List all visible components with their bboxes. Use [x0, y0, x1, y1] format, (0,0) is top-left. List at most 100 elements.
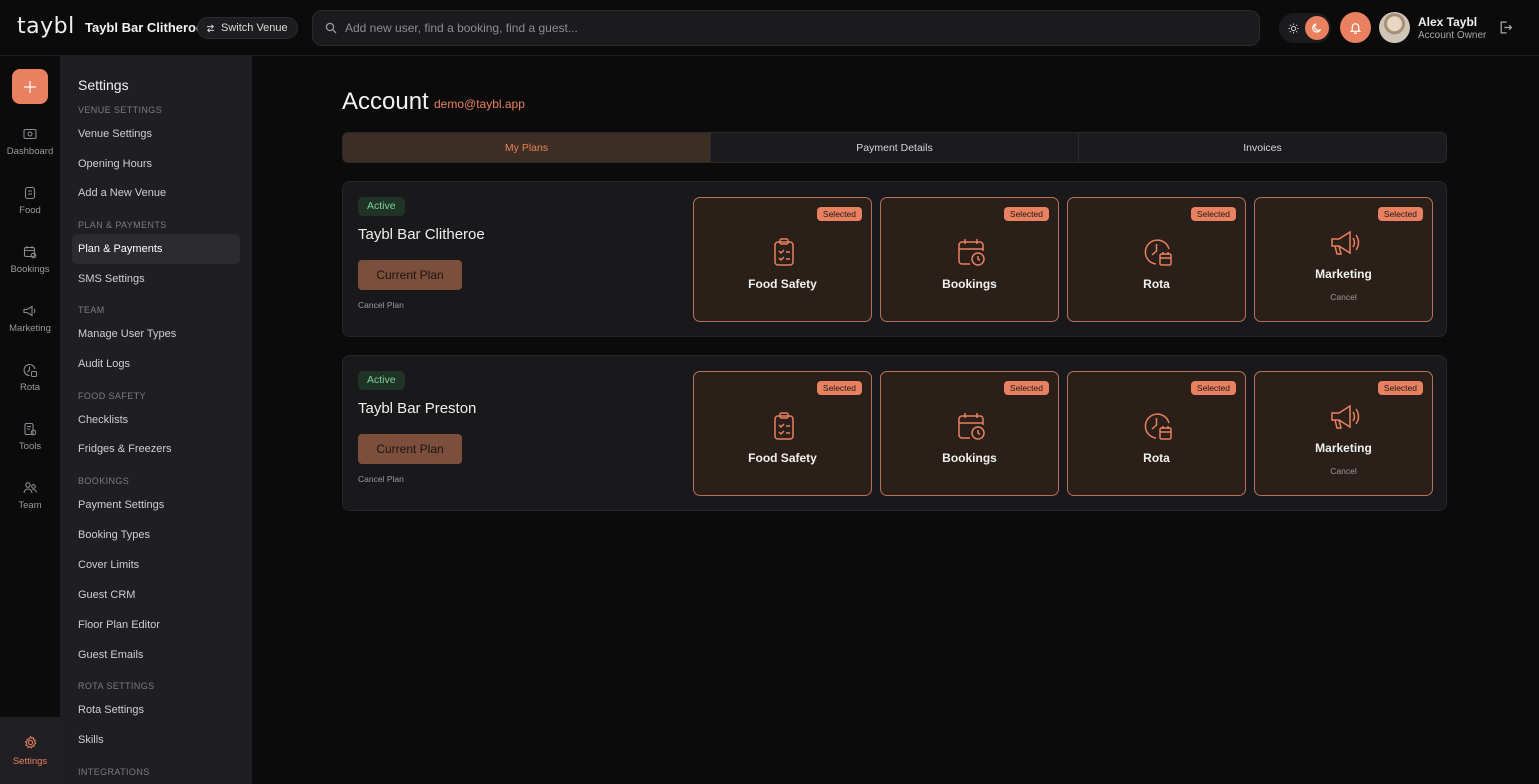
- current-plan-button[interactable]: Current Plan: [358, 260, 462, 290]
- moon-icon[interactable]: [1305, 16, 1329, 40]
- selected-badge: Selected: [1190, 381, 1236, 395]
- taybl-logo[interactable]: taybl: [17, 14, 75, 39]
- feature-card-marketing[interactable]: Selected Marketing Cancel: [1254, 197, 1433, 322]
- feature-card-bookings[interactable]: Selected Bookings: [880, 371, 1059, 496]
- feature-label: Food Safety: [748, 277, 817, 291]
- status-badge: Active: [358, 371, 405, 390]
- theme-toggle[interactable]: [1279, 13, 1331, 43]
- rail-bookings-label: Bookings: [10, 264, 50, 275]
- nav-floor-plan-editor[interactable]: Floor Plan Editor: [72, 610, 240, 640]
- selected-badge: Selected: [816, 207, 862, 221]
- megaphone-icon: [1331, 404, 1360, 429]
- user-name[interactable]: Alex Taybl: [1418, 15, 1477, 29]
- feature-card-rota[interactable]: Selected Rota: [1067, 197, 1246, 322]
- feature-label: Bookings: [942, 277, 997, 291]
- selected-badge: Selected: [816, 381, 862, 395]
- section-venue-settings: VENUE SETTINGS: [78, 105, 163, 115]
- cancel-plan-link[interactable]: Cancel Plan: [358, 474, 404, 484]
- rail-tools[interactable]: Tools: [0, 421, 60, 471]
- switch-venue-label: Switch Venue: [221, 22, 288, 34]
- calendar-clock-icon: [958, 413, 985, 440]
- nav-audit-logs[interactable]: Audit Logs: [72, 349, 240, 379]
- status-badge: Active: [358, 197, 405, 216]
- rail-team[interactable]: Team: [0, 480, 60, 530]
- rail-dashboard-label: Dashboard: [6, 146, 54, 157]
- feature-card-food-safety[interactable]: Selected Food Safety: [693, 371, 872, 496]
- rail-settings[interactable]: Settings: [0, 717, 60, 784]
- rail-rota-label: Rota: [19, 382, 41, 393]
- switch-venue-button[interactable]: Switch Venue: [197, 17, 298, 39]
- nav-booking-types[interactable]: Booking Types: [72, 520, 240, 550]
- account-email: demo@taybl.app: [434, 97, 525, 111]
- nav-opening-hours[interactable]: Opening Hours: [72, 149, 240, 179]
- nav-fridges-freezers[interactable]: Fridges & Freezers: [72, 434, 240, 464]
- nav-guest-emails[interactable]: Guest Emails: [72, 640, 240, 670]
- nav-rota-settings[interactable]: Rota Settings: [72, 695, 240, 725]
- current-venue-name: Taybl Bar Clitheroe: [85, 20, 204, 35]
- team-icon: [23, 482, 38, 494]
- account-tabs: My Plans Payment Details Invoices: [342, 132, 1447, 163]
- feature-label: Food Safety: [748, 451, 817, 465]
- rail-bookings[interactable]: Bookings: [0, 244, 60, 294]
- clock-calendar-icon: [1144, 239, 1172, 266]
- search-input[interactable]: [345, 21, 1225, 35]
- add-button[interactable]: [12, 69, 48, 104]
- selected-badge: Selected: [1003, 207, 1049, 221]
- feature-card-rota[interactable]: Selected Rota: [1067, 371, 1246, 496]
- section-team: TEAM: [78, 305, 105, 315]
- sun-icon[interactable]: [1281, 16, 1305, 40]
- megaphone-icon: [1331, 230, 1360, 255]
- selected-badge: Selected: [1190, 207, 1236, 221]
- nav-cover-limits[interactable]: Cover Limits: [72, 550, 240, 580]
- clock-calendar-icon: [1144, 413, 1172, 440]
- food-icon: [24, 186, 36, 200]
- nav-sms-settings[interactable]: SMS Settings: [72, 264, 240, 294]
- settings-title: Settings: [78, 77, 129, 93]
- top-bar: taybl Taybl Bar Clitheroe Switch Venue A…: [0, 0, 1539, 56]
- feature-card-bookings[interactable]: Selected Bookings: [880, 197, 1059, 322]
- plan-card: Active Taybl Bar Preston Current Plan Ca…: [342, 355, 1447, 511]
- selected-badge: Selected: [1377, 207, 1423, 221]
- nav-checklists[interactable]: Checklists: [72, 405, 240, 435]
- user-avatar[interactable]: [1379, 12, 1410, 43]
- logout-icon[interactable]: [1498, 20, 1513, 35]
- tab-my-plans[interactable]: My Plans: [343, 133, 710, 162]
- rail-dashboard[interactable]: Dashboard: [0, 126, 60, 176]
- rota-icon: [23, 363, 38, 378]
- nav-payment-settings[interactable]: Payment Settings: [72, 490, 240, 520]
- feature-label: Bookings: [942, 451, 997, 465]
- tab-invoices[interactable]: Invoices: [1078, 133, 1446, 162]
- switch-icon: [206, 23, 215, 33]
- calendar-clock-icon: [958, 239, 985, 266]
- main-content: Account demo@taybl.app My Plans Payment …: [252, 56, 1539, 784]
- tab-payment-details[interactable]: Payment Details: [710, 133, 1078, 162]
- nav-skills[interactable]: Skills: [72, 725, 240, 755]
- feature-label: Rota: [1143, 451, 1170, 465]
- cancel-plan-link[interactable]: Cancel Plan: [358, 300, 404, 310]
- nav-plan-payments[interactable]: Plan & Payments: [72, 234, 240, 264]
- settings-sidebar: Settings VENUE SETTINGS Venue Settings O…: [60, 56, 252, 784]
- rail-team-label: Team: [18, 500, 42, 511]
- current-plan-button[interactable]: Current Plan: [358, 434, 462, 464]
- nav-guest-crm[interactable]: Guest CRM: [72, 580, 240, 610]
- gear-icon: [24, 735, 36, 749]
- rail-marketing[interactable]: Marketing: [0, 303, 60, 353]
- rail-food[interactable]: Food: [0, 185, 60, 235]
- global-search[interactable]: [312, 10, 1260, 46]
- feature-card-food-safety[interactable]: Selected Food Safety: [693, 197, 872, 322]
- section-bookings: BOOKINGS: [78, 476, 130, 486]
- dashboard-icon: [23, 128, 37, 140]
- section-plan-payments: PLAN & PAYMENTS: [78, 220, 167, 230]
- feature-card-marketing[interactable]: Selected Marketing Cancel: [1254, 371, 1433, 496]
- selected-badge: Selected: [1377, 381, 1423, 395]
- nav-venue-settings[interactable]: Venue Settings: [72, 119, 240, 149]
- section-food-safety: FOOD SAFETY: [78, 391, 146, 401]
- rail-food-label: Food: [19, 205, 41, 216]
- icon-rail: Dashboard Food Bookings Marketing Rota T…: [0, 56, 60, 784]
- feature-cancel-link[interactable]: Cancel: [1255, 292, 1432, 302]
- notifications-button[interactable]: [1340, 12, 1371, 43]
- feature-cancel-link[interactable]: Cancel: [1255, 466, 1432, 476]
- rail-rota[interactable]: Rota: [0, 362, 60, 412]
- nav-manage-user-types[interactable]: Manage User Types: [72, 319, 240, 349]
- nav-add-venue[interactable]: Add a New Venue: [72, 178, 240, 208]
